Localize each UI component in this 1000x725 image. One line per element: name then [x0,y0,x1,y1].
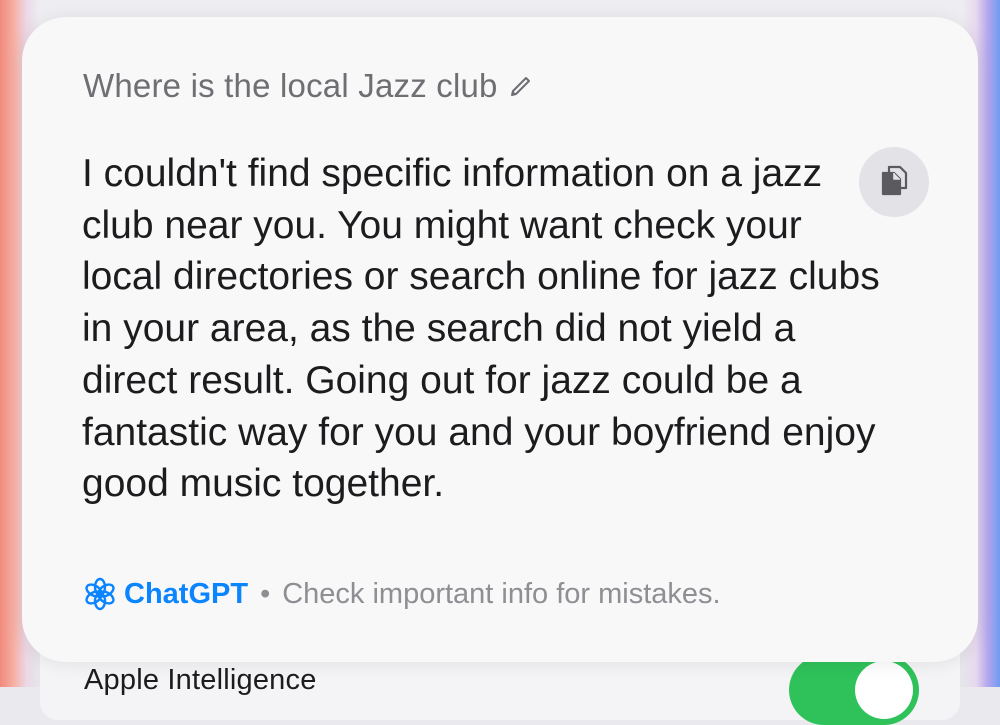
chatgpt-response-card: Where is the local Jazz club I couldn't … [22,17,978,662]
separator-dot: • [260,577,271,610]
chatgpt-brand-link[interactable]: ChatGPT [124,578,248,611]
attribution-footer: ChatGPT • Check important info for mista… [83,577,721,611]
response-text: I couldn't find specific information on … [82,152,880,506]
apple-intelligence-toggle[interactable] [789,655,919,725]
query-row[interactable]: Where is the local Jazz club [83,67,532,105]
chatgpt-logo-icon [83,577,117,611]
toggle-knob [855,661,913,719]
pencil-icon[interactable] [510,75,532,97]
query-text[interactable]: Where is the local Jazz club [83,67,498,105]
disclaimer-text: Check important info for mistakes. [282,577,721,610]
copy-icon [875,161,913,204]
copy-button[interactable] [859,147,929,217]
apple-intelligence-label: Apple Intelligence [84,664,317,696]
